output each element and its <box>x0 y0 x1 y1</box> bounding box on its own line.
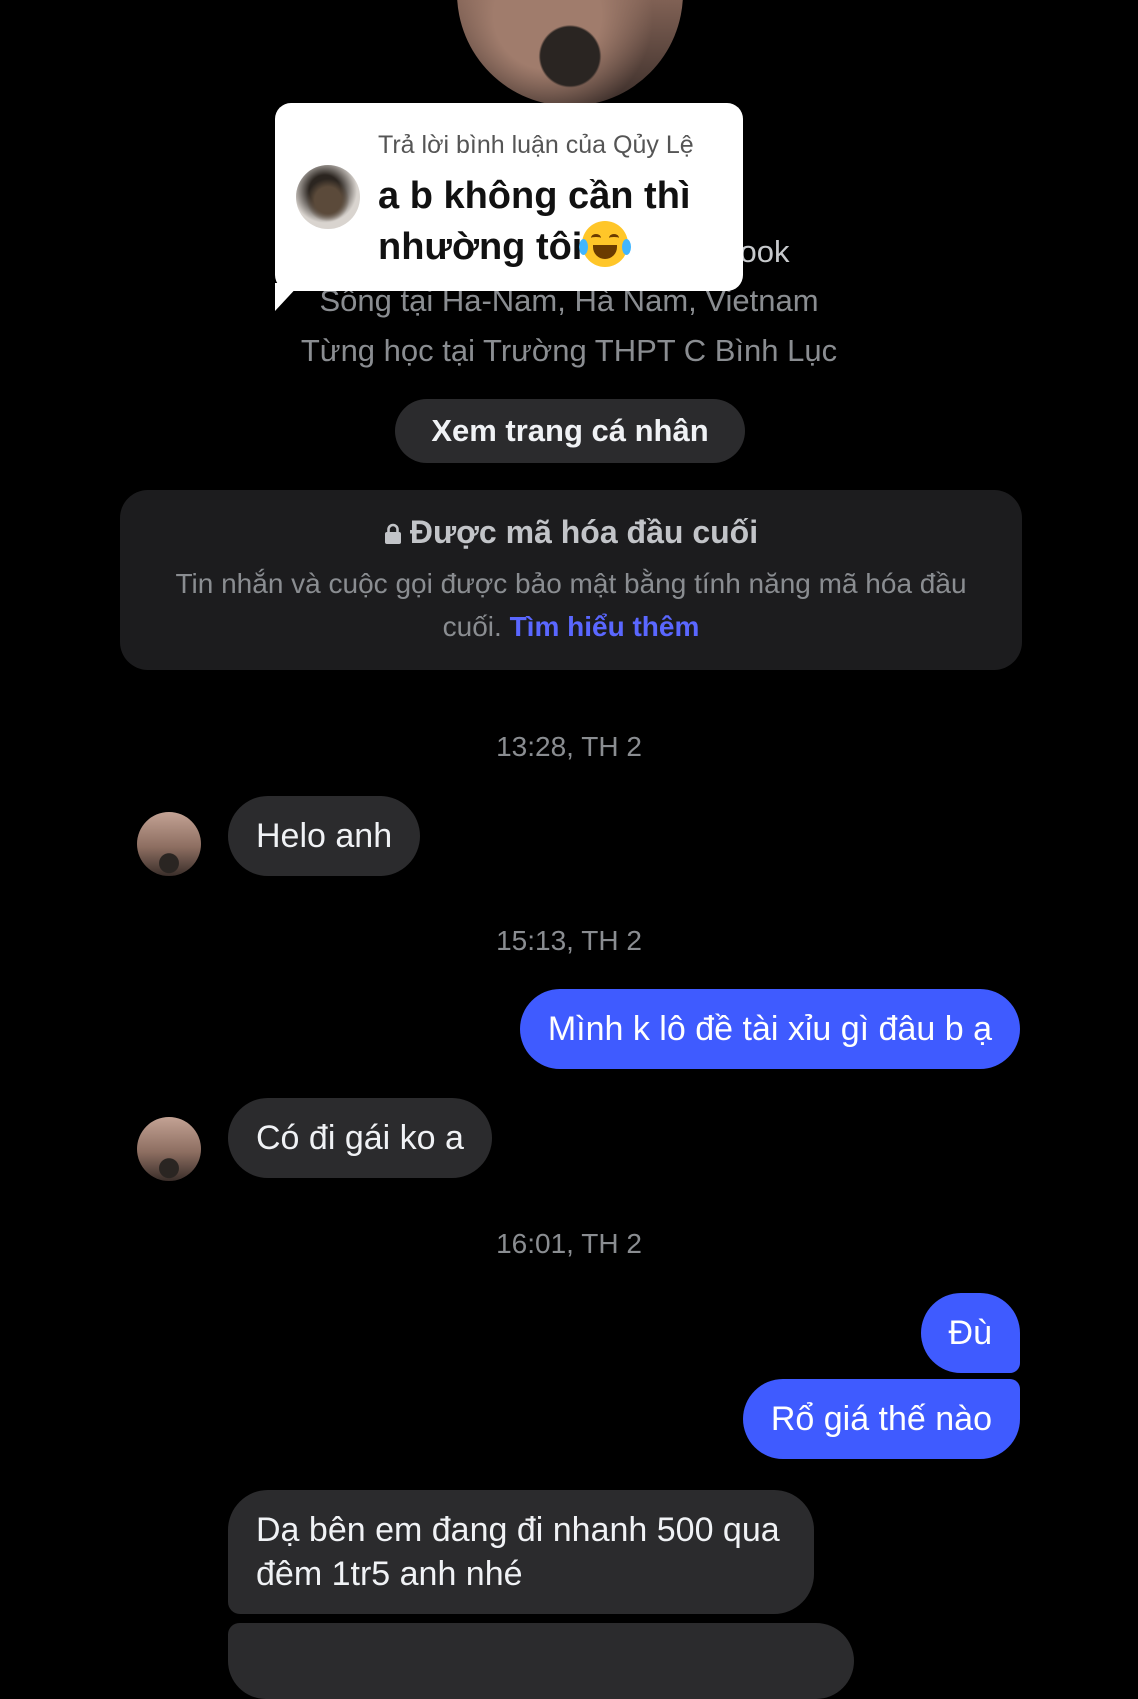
profile-avatar[interactable] <box>457 0 683 106</box>
message-timestamp: 15:13, TH 2 <box>496 925 642 956</box>
outgoing-message[interactable]: Đù <box>920 1293 1020 1373</box>
incoming-message-partial[interactable] <box>228 1623 854 1699</box>
message-timestamp: 13:28, TH 2 <box>496 731 642 762</box>
reply-comment-card: Trả lời bình luận của Qủy Lệ a b không c… <box>275 103 743 291</box>
learn-more-link[interactable]: Tìm hiểu thêm <box>510 611 700 642</box>
incoming-message[interactable]: Helo anh <box>228 796 421 876</box>
incoming-message-line: Dạ bên em đang đi nhanh 500 qua <box>256 1511 780 1549</box>
incoming-message[interactable]: Dạ bên em đang đi nhanh 500 qua đêm 1tr5… <box>228 1490 814 1614</box>
encryption-title-text: Được mã hóa đầu cuối <box>409 514 759 550</box>
encryption-body: Tin nhắn và cuộc gọi được bảo mật bằng t… <box>150 562 992 648</box>
encryption-title: Được mã hóa đầu cuối <box>120 514 1022 551</box>
encryption-notice-card: Được mã hóa đầu cuối Tin nhắn và cuộc gọ… <box>120 490 1022 670</box>
reply-card-tail <box>275 283 301 311</box>
view-profile-button[interactable]: Xem trang cá nhân <box>395 399 745 463</box>
lock-icon <box>384 523 401 544</box>
incoming-message-line: đêm 1tr5 anh nhé <box>256 1555 523 1593</box>
incoming-message[interactable]: Có đi gái ko a <box>228 1098 492 1178</box>
outgoing-message[interactable]: Mình k lô đề tài xỉu gì đâu b ạ <box>519 989 1020 1069</box>
reply-caption: Trả lời bình luận của Qủy Lệ <box>378 131 694 159</box>
commenter-avatar <box>296 165 360 229</box>
message-timestamp: 16:01, TH 2 <box>496 1228 642 1259</box>
sender-avatar[interactable] <box>137 1117 201 1181</box>
reply-comment-body: a b không cần thì nhường tôi <box>378 175 691 268</box>
outgoing-message[interactable]: Rổ giá thế nào <box>742 1379 1020 1459</box>
tears-of-joy-emoji-icon <box>579 221 632 267</box>
profile-studied-at: Từng học tại Trường THPT C Bình Lục <box>300 333 838 368</box>
sender-avatar[interactable] <box>137 812 201 876</box>
reply-comment-text: a b không cần thì nhường tôi <box>378 171 728 272</box>
